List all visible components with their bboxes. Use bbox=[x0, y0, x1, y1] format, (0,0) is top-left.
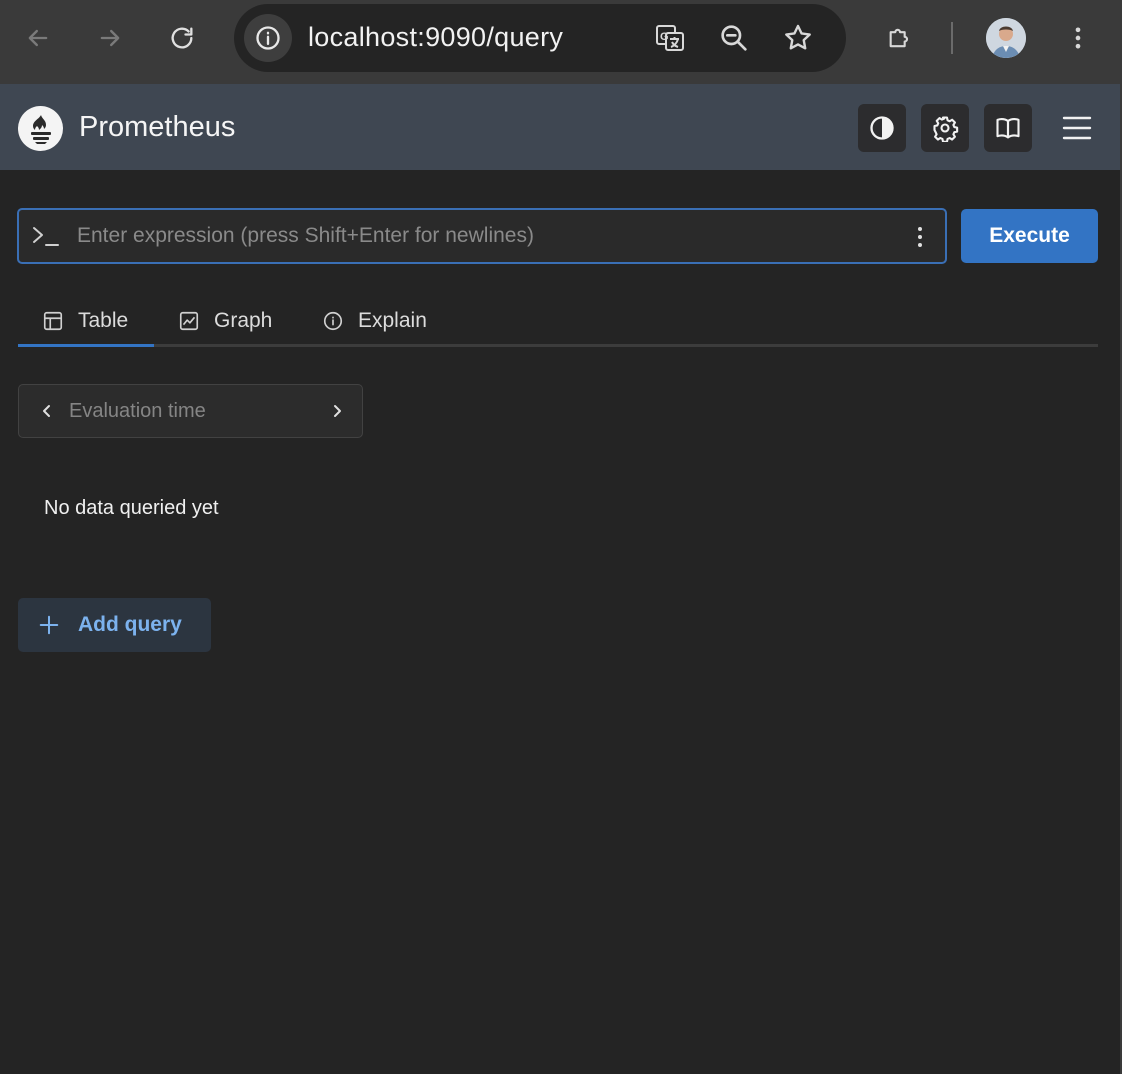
profile-avatar[interactable] bbox=[986, 18, 1026, 58]
eval-time-next-button[interactable] bbox=[325, 399, 349, 423]
forward-button[interactable] bbox=[88, 16, 132, 60]
info-icon bbox=[256, 26, 280, 50]
url-text[interactable]: localhost:9090/query bbox=[308, 22, 563, 53]
contrast-icon bbox=[870, 116, 894, 140]
gear-icon bbox=[933, 116, 959, 142]
expression-field[interactable] bbox=[17, 208, 947, 264]
tab-explain-label: Explain bbox=[358, 309, 427, 332]
settings-button[interactable] bbox=[921, 104, 969, 152]
theme-toggle-button[interactable] bbox=[858, 104, 906, 152]
tab-explain[interactable]: Explain bbox=[322, 296, 427, 346]
reload-button[interactable] bbox=[160, 16, 204, 60]
execute-button[interactable]: Execute bbox=[961, 209, 1098, 263]
hamburger-icon bbox=[1062, 116, 1092, 140]
arrow-right-icon bbox=[100, 29, 120, 47]
zoom-button[interactable] bbox=[714, 18, 754, 58]
evaluation-time-picker bbox=[18, 384, 363, 438]
browser-menu-button[interactable] bbox=[1056, 16, 1100, 60]
add-query-label: Add query bbox=[78, 613, 182, 636]
prometheus-logo-icon bbox=[30, 114, 51, 144]
add-query-button[interactable]: Add query bbox=[18, 598, 211, 652]
kebab-menu-icon bbox=[1075, 27, 1081, 49]
book-icon bbox=[996, 118, 1020, 139]
zoom-out-icon bbox=[721, 25, 747, 51]
vertical-dots-icon bbox=[918, 227, 922, 247]
app-title: Prometheus bbox=[79, 111, 236, 143]
evaluation-time-input[interactable] bbox=[69, 395, 309, 427]
arrow-left-icon bbox=[28, 29, 48, 47]
site-info-button[interactable] bbox=[244, 14, 292, 62]
address-bar[interactable]: localhost:9090/query G bbox=[234, 4, 846, 72]
puzzle-icon bbox=[889, 28, 909, 48]
tab-graph-label: Graph bbox=[214, 309, 273, 332]
translate-button[interactable]: G bbox=[650, 18, 690, 58]
documentation-button[interactable] bbox=[984, 104, 1032, 152]
bookmark-button[interactable] bbox=[778, 18, 818, 58]
app-header: Prometheus bbox=[0, 84, 1120, 170]
translate-icon: G bbox=[656, 25, 684, 51]
chevron-left-icon bbox=[43, 405, 50, 417]
star-icon bbox=[785, 24, 811, 50]
browser-toolbar: localhost:9090/query G bbox=[0, 0, 1122, 84]
empty-result-message: No data queried yet bbox=[44, 497, 219, 519]
eval-time-prev-button[interactable] bbox=[35, 399, 59, 423]
terminal-prompt-icon bbox=[33, 227, 59, 246]
reload-icon bbox=[171, 27, 193, 49]
chart-icon bbox=[179, 311, 199, 331]
tab-graph[interactable]: Graph bbox=[178, 296, 272, 346]
back-button[interactable] bbox=[16, 16, 60, 60]
extensions-button[interactable] bbox=[878, 16, 922, 60]
tab-table-label: Table bbox=[78, 309, 129, 332]
chevron-right-icon bbox=[334, 405, 341, 417]
plus-icon bbox=[39, 615, 59, 635]
tab-table[interactable]: Table bbox=[18, 296, 154, 347]
prometheus-logo[interactable] bbox=[18, 106, 63, 151]
svg-text:G: G bbox=[660, 31, 669, 43]
toolbar-separator bbox=[951, 22, 953, 54]
table-icon bbox=[43, 311, 63, 331]
expression-input[interactable] bbox=[77, 218, 897, 254]
expression-options-button[interactable] bbox=[909, 224, 931, 250]
nav-menu-button[interactable] bbox=[1055, 104, 1099, 152]
person-avatar-icon bbox=[986, 18, 1026, 58]
info-icon bbox=[323, 311, 343, 331]
